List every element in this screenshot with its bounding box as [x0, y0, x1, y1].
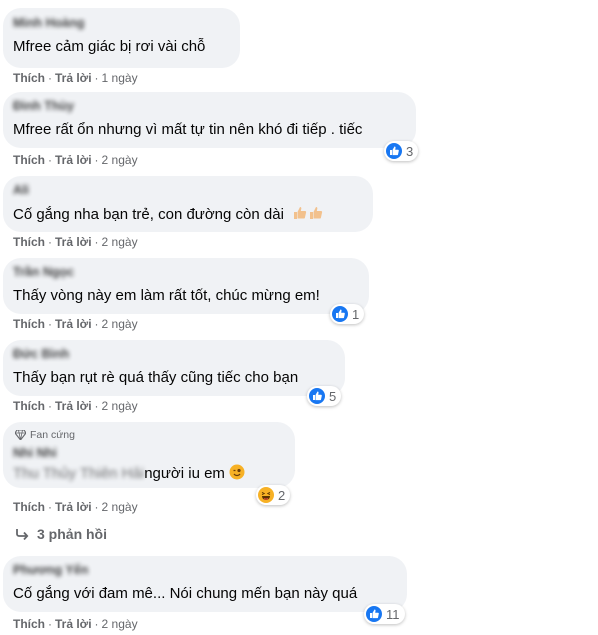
reply-button[interactable]: Trả lời — [55, 399, 92, 413]
comment-author[interactable]: Đình Thùy — [13, 99, 74, 113]
reaction-count: 1 — [352, 306, 360, 322]
reply-button[interactable]: Trả lời — [55, 153, 92, 167]
like-button[interactable]: Thích — [13, 153, 45, 167]
like-button[interactable]: Thích — [13, 71, 45, 85]
like-button[interactable]: Thích — [13, 617, 45, 631]
view-replies-link[interactable]: 3 phản hồi — [15, 526, 107, 542]
like-reaction-icon — [332, 306, 348, 322]
reaction-summary[interactable]: 1 — [330, 304, 365, 324]
comment-bubble: Đức Bình Thấy bạn rụt rè quá thấy cũng t… — [3, 340, 345, 396]
comment-actions: Thích · Trả lời · 2 ngày — [13, 399, 138, 413]
reply-button[interactable]: Trả lời — [55, 317, 92, 331]
comment-actions: Thích · Trả lời · 1 ngày — [13, 71, 138, 85]
reaction-count: 5 — [329, 388, 337, 404]
thumbs-up-emoji — [310, 207, 323, 219]
comment-time[interactable]: 2 ngày — [102, 317, 138, 331]
comment-bubble: Minh Hoàng Mfree cảm giác bị rơi vài chỗ — [3, 8, 240, 68]
comment-author[interactable]: Nhi Nhi — [13, 446, 57, 460]
mention-link[interactable]: Thu Thủy Thiên Hải — [13, 465, 144, 482]
reaction-summary[interactable]: 2 — [256, 485, 291, 505]
like-button[interactable]: Thích — [13, 500, 45, 514]
comment-author[interactable]: Đức Bình — [13, 347, 69, 361]
wink-emoji — [229, 464, 245, 480]
reply-button[interactable]: Trả lời — [55, 235, 92, 249]
like-reaction-icon — [309, 388, 325, 404]
comment-actions: Thích · Trả lời · 2 ngày — [13, 617, 138, 631]
comment-time[interactable]: 1 ngày — [102, 71, 138, 85]
reaction-count: 2 — [278, 487, 286, 503]
comment-actions: Thích · Trả lời · 2 ngày — [13, 235, 138, 249]
comment-author[interactable]: Phương Yến — [13, 563, 88, 577]
comment-bubble: Đình Thùy Mfree rất ổn nhưng vì mất tự t… — [3, 92, 416, 148]
like-button[interactable]: Thích — [13, 317, 45, 331]
like-reaction-icon — [386, 143, 402, 159]
reply-button[interactable]: Trả lời — [55, 617, 92, 631]
comment-author[interactable]: Minh Hoàng — [13, 16, 85, 30]
comment-author[interactable]: Ali — [13, 183, 29, 197]
comment-text: Thấy bạn rụt rè quá thấy cũng tiếc cho b… — [13, 369, 299, 386]
comment-actions: Thích · Trả lời · 2 ngày — [13, 500, 138, 514]
comment-text: Mfree rất ổn nhưng vì mất tự tin nên khó… — [13, 121, 363, 138]
comment-bubble: Trần Ngọc Thấy vòng này em làm rất tốt, … — [3, 258, 369, 314]
reaction-summary[interactable]: 3 — [384, 141, 419, 161]
like-reaction-icon — [366, 606, 382, 622]
comment-bubble: Fan cứng Nhi Nhi Thu Thủy Thiên Hảingười… — [3, 422, 295, 488]
comment-bubble: Ali Cố gắng nha bạn trẻ, con đường còn d… — [3, 176, 373, 232]
reaction-summary[interactable]: 11 — [364, 604, 405, 624]
comment-author[interactable]: Trần Ngọc — [13, 265, 74, 279]
comment-time[interactable]: 2 ngày — [102, 500, 138, 514]
comment-actions: Thích · Trả lời · 2 ngày — [13, 317, 138, 331]
thumbs-up-emoji — [294, 207, 307, 219]
reaction-count: 11 — [386, 606, 400, 622]
comment-time[interactable]: 2 ngày — [102, 399, 138, 413]
badge-label: Fan cứng — [30, 429, 75, 441]
comment-text: Mfree cảm giác bị rơi vài chỗ — [13, 38, 206, 55]
comment-text: Thấy vòng này em làm rất tốt, chúc mừng … — [13, 287, 320, 304]
comment-bubble: Phương Yến Cố gắng với đam mê... Nói chu… — [3, 556, 407, 612]
diamond-icon — [15, 430, 26, 440]
like-button[interactable]: Thích — [13, 235, 45, 249]
reply-button[interactable]: Trả lời — [55, 71, 92, 85]
reaction-summary[interactable]: 5 — [307, 386, 342, 406]
replies-label: 3 phản hồi — [37, 526, 107, 542]
like-button[interactable]: Thích — [13, 399, 45, 413]
comment-text: Cố gắng nha bạn trẻ, con đường còn dài — [13, 205, 324, 223]
comment-text: Thu Thủy Thiên Hảingười iu em — [13, 464, 245, 482]
reaction-count: 3 — [406, 143, 414, 159]
comment-time[interactable]: 2 ngày — [102, 235, 138, 249]
haha-reaction-icon — [258, 487, 274, 503]
reply-button[interactable]: Trả lời — [55, 500, 92, 514]
top-fan-badge: Fan cứng — [15, 429, 75, 441]
comment-actions: Thích · Trả lời · 2 ngày — [13, 153, 138, 167]
comment-time[interactable]: 2 ngày — [102, 617, 138, 631]
reply-arrow-icon — [16, 529, 29, 540]
comment-time[interactable]: 2 ngày — [102, 153, 138, 167]
comment-text: Cố gắng với đam mê... Nói chung mến bạn … — [13, 585, 358, 602]
